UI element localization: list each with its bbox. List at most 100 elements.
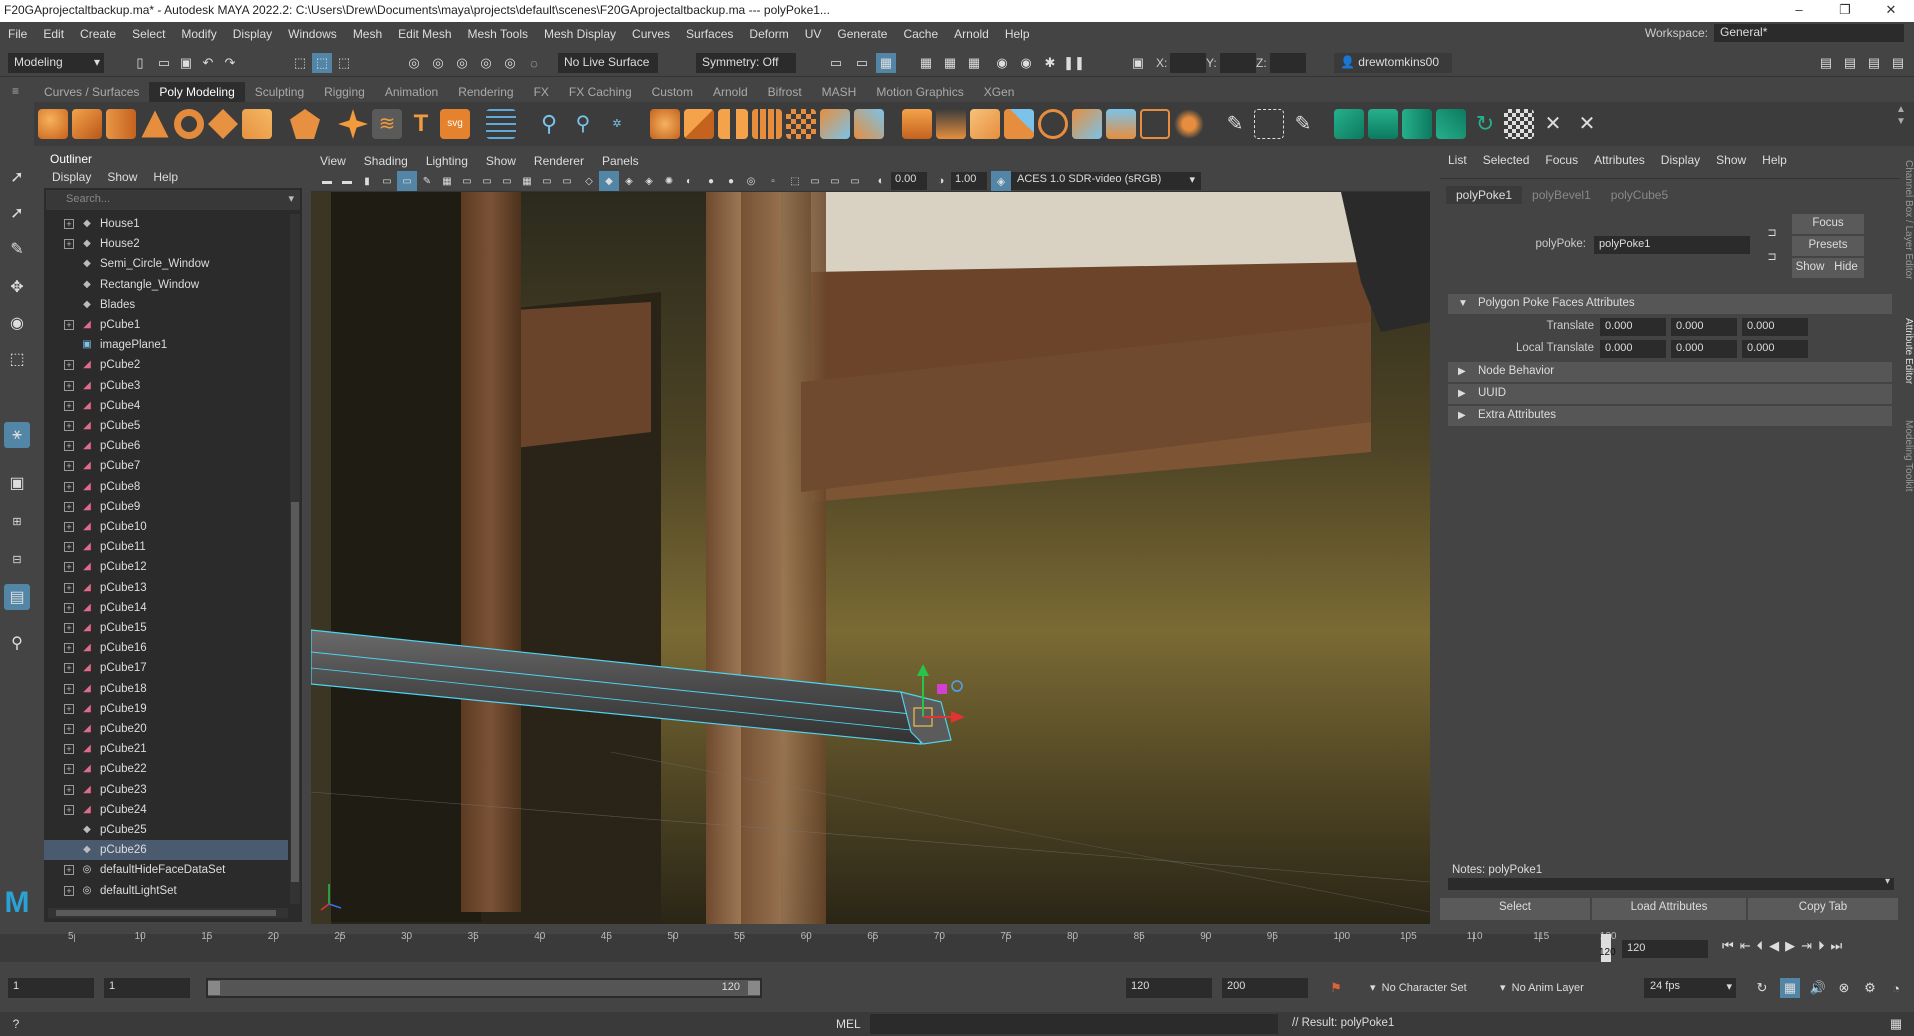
exposure-field[interactable]: 0.00 <box>891 172 927 190</box>
arnold-render-icon[interactable]: ◉ <box>1016 53 1036 73</box>
sound-icon[interactable]: 🔊 <box>1808 978 1828 998</box>
script-editor-icon[interactable]: ▦ <box>1886 1014 1906 1034</box>
outliner-item[interactable]: + ◆ House2 <box>44 234 288 254</box>
play-backward-icon[interactable]: ◀ <box>1769 938 1779 954</box>
translate-y-field[interactable]: 0.000 <box>1671 318 1737 336</box>
range-start-handle[interactable] <box>208 981 220 995</box>
toggle-modeling-toolkit-icon[interactable]: ▤ <box>1816 53 1836 73</box>
step-forward-key-icon[interactable]: ⇥ <box>1801 938 1812 954</box>
hypershade-icon[interactable]: ▦ <box>876 53 896 73</box>
outliner-item[interactable]: + ◢ pCube20 <box>44 719 288 739</box>
poly-cube-icon[interactable] <box>72 109 102 139</box>
live-surface-field[interactable]: No Live Surface <box>558 53 658 73</box>
viewport-scene[interactable] <box>311 192 1430 924</box>
mirror-icon[interactable]: ⚲ <box>568 109 598 139</box>
outliner-item[interactable]: ◆ Blades <box>44 295 288 315</box>
menu-generate[interactable]: Generate <box>829 27 895 41</box>
translate-z-field[interactable]: 0.000 <box>1742 318 1808 336</box>
expand-icon[interactable]: + <box>64 623 74 633</box>
expand-icon[interactable]: + <box>64 441 74 452</box>
delete-history-icon[interactable]: ✕ <box>1572 109 1602 139</box>
grid-icon[interactable]: ▦ <box>437 171 457 191</box>
expand-icon[interactable]: + <box>64 522 74 532</box>
toggle-channel-box-icon[interactable]: ▤ <box>1888 53 1908 73</box>
outliner-item[interactable]: + ◢ pCube4 <box>44 396 288 416</box>
auto-key-icon[interactable]: ⚑ <box>1326 978 1346 998</box>
shelf-tab-animation[interactable]: Animation <box>375 82 448 102</box>
expand-icon[interactable]: + <box>64 724 74 734</box>
expand-icon[interactable]: + <box>64 380 74 391</box>
outliner-item[interactable]: + ◢ pCube5 <box>44 416 288 436</box>
select-tool-icon[interactable]: ➚ <box>4 164 30 190</box>
gamma-field[interactable]: 1.00 <box>951 172 987 190</box>
svg-tool-icon[interactable]: svg <box>440 109 470 139</box>
gamma-icon[interactable]: ◑ <box>931 171 951 191</box>
outliner-item[interactable]: + ◢ pCube24 <box>44 800 288 820</box>
outliner-menu-show[interactable]: Show <box>107 170 137 186</box>
expand-icon[interactable]: + <box>64 582 74 593</box>
viewport-menu-shading[interactable]: Shading <box>355 154 417 168</box>
input-connection-icon[interactable]: ⊐ <box>1762 222 1782 242</box>
menu-help[interactable]: Help <box>997 27 1038 41</box>
outliner-item[interactable]: + ◆ House1 <box>44 214 288 234</box>
expand-icon[interactable]: + <box>64 804 74 815</box>
command-input[interactable] <box>870 1014 1278 1034</box>
copy-tab-button[interactable]: Copy Tab <box>1748 898 1898 920</box>
select-hierarchy-icon[interactable]: ⬚ <box>290 53 310 73</box>
outliner-item[interactable]: + ◎ defaultLightSet <box>44 881 288 901</box>
ae-menu-show[interactable]: Show <box>1708 150 1754 170</box>
outliner-item[interactable]: + ◢ pCube2 <box>44 355 288 375</box>
loop-icon[interactable]: ↻ <box>1752 978 1772 998</box>
menu-arnold[interactable]: Arnold <box>946 27 997 41</box>
shadows-icon[interactable]: ◐ <box>679 171 699 191</box>
shelf-tab-mash[interactable]: MASH <box>812 82 867 102</box>
menu-mesh-display[interactable]: Mesh Display <box>536 27 624 41</box>
select-component-icon[interactable]: ⬚ <box>334 53 354 73</box>
ae-menu-attributes[interactable]: Attributes <box>1586 150 1653 170</box>
smooth-icon[interactable] <box>752 109 782 139</box>
animation-prefs-icon[interactable]: ⚙ <box>1860 978 1880 998</box>
symmetry-dropdown[interactable]: Symmetry: Off <box>696 53 796 73</box>
section-uuid[interactable]: ▶ UUID <box>1448 384 1892 404</box>
x-field[interactable] <box>1170 53 1206 73</box>
outliner-item[interactable]: + ◢ pCube17 <box>44 658 288 678</box>
shelf-settings-icon[interactable]: ≡ <box>12 84 19 98</box>
translate-x-field[interactable]: 0.000 <box>1600 318 1666 336</box>
focus-button[interactable]: Focus <box>1792 214 1864 234</box>
ae-menu-help[interactable]: Help <box>1754 150 1795 170</box>
poly-cylinder-icon[interactable] <box>106 109 136 139</box>
chevron-down-icon[interactable]: ▾ <box>288 192 294 205</box>
anti-aliasing-icon[interactable]: ◎ <box>741 171 761 191</box>
new-scene-icon[interactable]: ▯ <box>130 53 150 73</box>
hide-button[interactable]: Hide <box>1828 258 1864 278</box>
outliner-layout-icon[interactable]: ▤ <box>4 584 30 610</box>
outliner-vertical-scrollbar[interactable] <box>290 214 300 904</box>
toggle-attribute-editor-icon[interactable]: ▤ <box>1840 53 1860 73</box>
menu-edit-mesh[interactable]: Edit Mesh <box>390 27 459 41</box>
outliner-item[interactable]: + ◢ pCube13 <box>44 578 288 598</box>
playback-start-field[interactable]: 1 <box>104 978 190 998</box>
menu-edit[interactable]: Edit <box>35 27 72 41</box>
add-divisions-icon[interactable] <box>1004 109 1034 139</box>
render-settings-dialog-icon[interactable]: ◉ <box>992 53 1012 73</box>
ipr-render-icon[interactable]: ▦ <box>964 53 984 73</box>
undo-icon[interactable]: ↶ <box>198 53 218 73</box>
circularize-icon[interactable] <box>1038 109 1068 139</box>
menu-deform[interactable]: Deform <box>741 27 796 41</box>
expand-icon[interactable]: + <box>64 643 74 654</box>
outliner-item[interactable]: + ◢ pCube8 <box>44 477 288 497</box>
expand-icon[interactable]: + <box>64 703 74 714</box>
play-forward-icon[interactable]: ▶ <box>1785 938 1795 954</box>
expand-icon[interactable]: + <box>64 219 74 229</box>
outliner-item[interactable]: + ◢ pCube7 <box>44 456 288 476</box>
snap-curve-icon[interactable]: ◎ <box>428 53 448 73</box>
local-translate-z-field[interactable]: 0.000 <box>1742 340 1808 358</box>
expand-icon[interactable]: + <box>64 239 74 250</box>
expand-icon[interactable]: + <box>64 602 74 613</box>
outliner-item[interactable]: + ◢ pCube9 <box>44 497 288 517</box>
outliner-item[interactable]: + ◢ pCube15 <box>44 618 288 638</box>
cache-playback-icon[interactable]: ▦ <box>1780 978 1800 998</box>
exposure-icon[interactable]: ◐ <box>871 171 891 191</box>
chevron-down-icon[interactable]: ▾ <box>1885 876 1890 887</box>
super-shape-icon[interactable] <box>338 109 368 139</box>
